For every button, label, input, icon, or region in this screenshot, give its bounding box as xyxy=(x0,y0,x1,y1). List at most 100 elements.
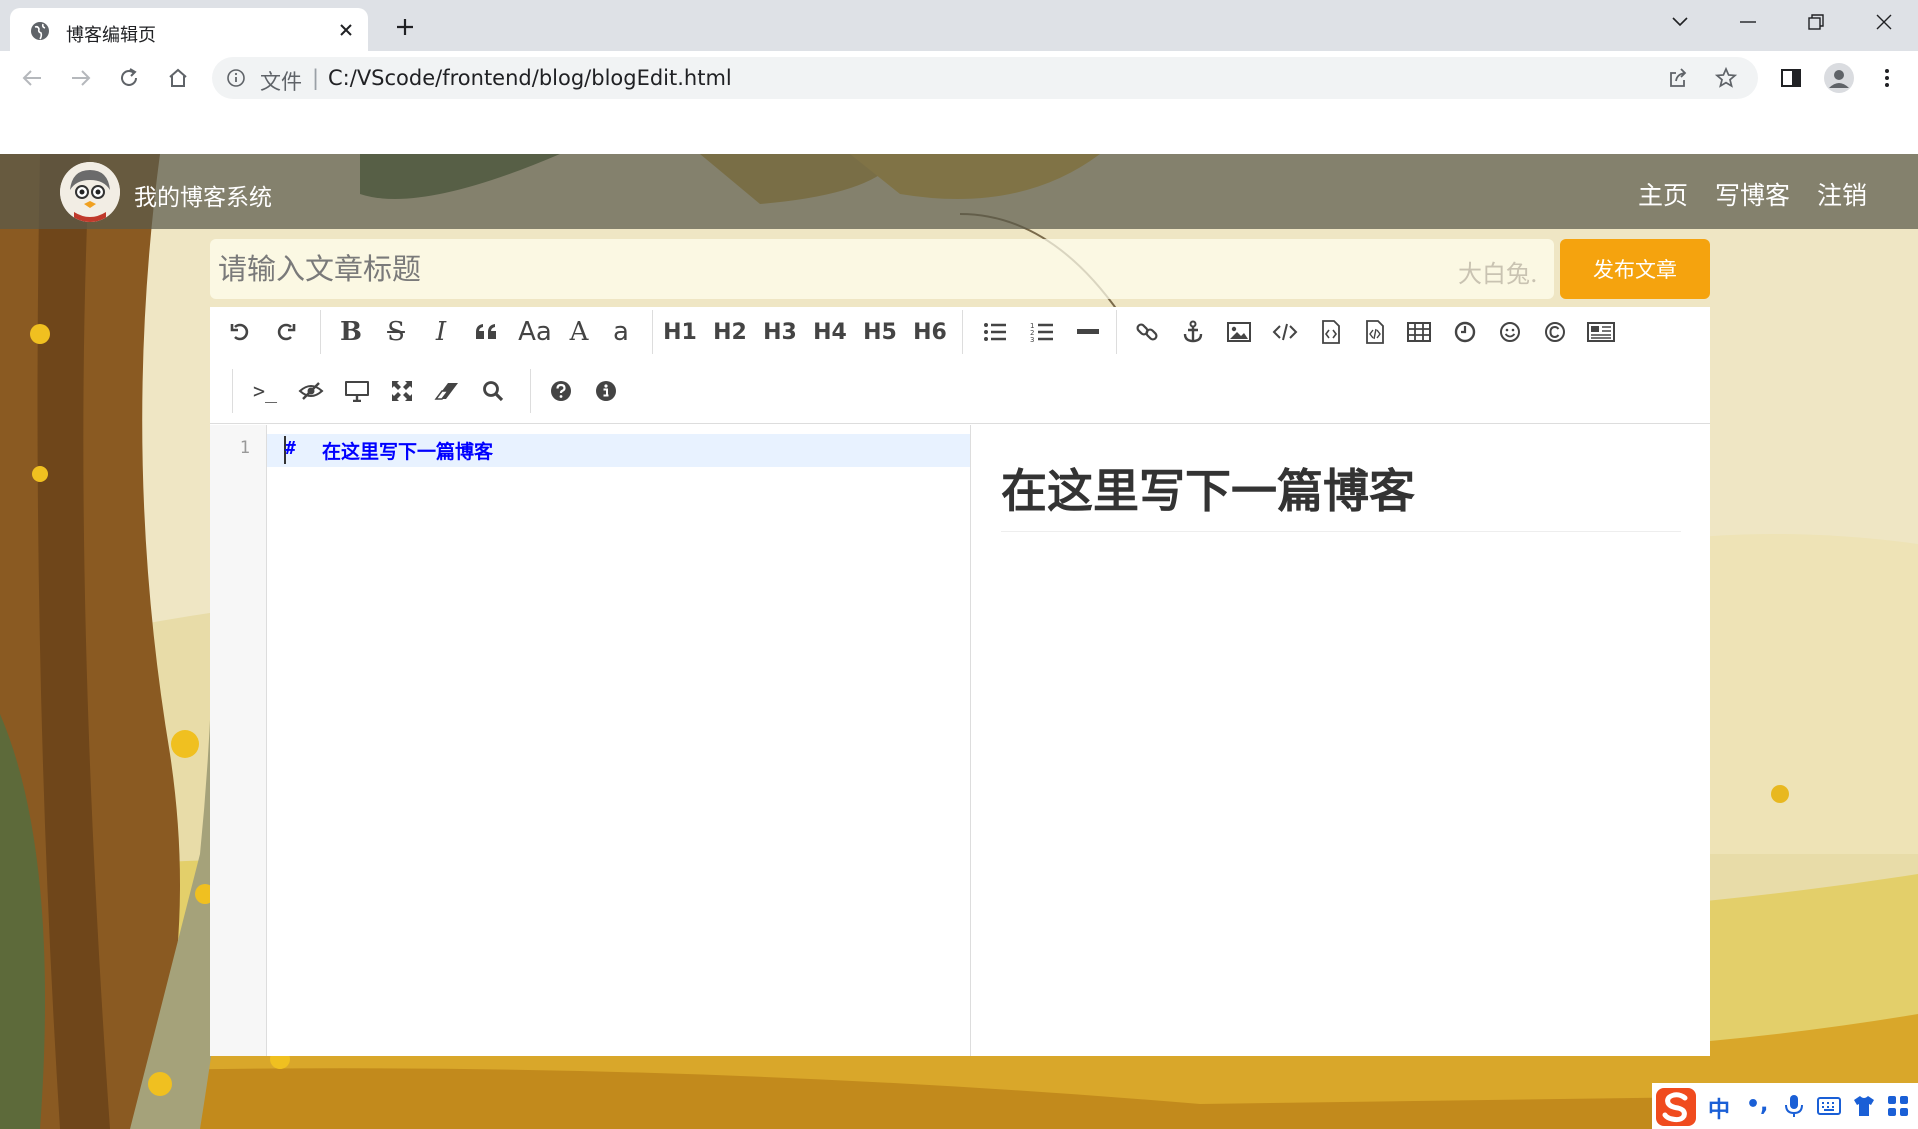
lowercase-label: a xyxy=(613,317,629,347)
reload-icon xyxy=(121,68,137,86)
address-bar[interactable]: 文件 | C:/VScode/frontend/blog/blogEdit.ht… xyxy=(212,57,1758,99)
sogou-logo-icon[interactable] xyxy=(1656,1088,1696,1126)
close-tab-icon[interactable] xyxy=(335,19,357,41)
profile-button[interactable] xyxy=(1822,61,1856,95)
image-icon[interactable] xyxy=(1222,315,1256,349)
undo-icon[interactable] xyxy=(224,315,258,349)
editor-toolbar: B S I Aa A a H1 H2 H3 H4 H5 H6 123 >_ xyxy=(210,307,1710,424)
minimize-icon xyxy=(1740,21,1756,23)
toolbox-grid-icon[interactable] xyxy=(1886,1094,1910,1118)
keyboard-icon[interactable] xyxy=(1817,1094,1841,1118)
eye-slash-icon[interactable] xyxy=(294,374,328,408)
avatar-icon xyxy=(60,162,120,222)
h6-label: H6 xyxy=(913,319,947,345)
site-title: 我的博客系统 xyxy=(134,185,272,211)
site-logo[interactable] xyxy=(60,162,120,222)
code-block-icon[interactable] xyxy=(1358,315,1392,349)
page-viewport: 我的博客系统 主页 写博客 注销 大白兔. 发布文章 B S I Aa A xyxy=(0,154,1918,1129)
browser-tab[interactable]: 博客编辑页 xyxy=(10,8,368,51)
home-button[interactable] xyxy=(163,63,193,93)
line-number: 1 xyxy=(239,438,250,458)
italic-icon[interactable]: I xyxy=(424,315,458,349)
uppercase-first-label: Aa xyxy=(518,317,552,347)
address-scheme: 文件 xyxy=(260,70,302,94)
ime-punctuation-label[interactable]: •, xyxy=(1746,1092,1768,1117)
fullscreen-icon[interactable] xyxy=(385,374,419,408)
side-panel-button[interactable] xyxy=(1776,63,1806,93)
quote-icon[interactable] xyxy=(469,315,503,349)
uppercase-button[interactable]: A xyxy=(562,315,596,349)
browser-menu-button[interactable] xyxy=(1872,63,1902,93)
eraser-icon[interactable] xyxy=(430,374,464,408)
info-icon[interactable] xyxy=(226,68,246,88)
nav-link-home[interactable]: 主页 xyxy=(1638,176,1688,212)
skin-shirt-icon[interactable] xyxy=(1852,1094,1876,1118)
back-button[interactable] xyxy=(17,63,47,93)
share-icon[interactable] xyxy=(1666,66,1690,90)
emoji-icon[interactable] xyxy=(1493,315,1527,349)
publish-button[interactable]: 发布文章 xyxy=(1560,239,1710,299)
side-panel-icon xyxy=(1781,69,1801,87)
nav-link-logout[interactable]: 注销 xyxy=(1817,176,1867,212)
datetime-icon[interactable] xyxy=(1448,315,1482,349)
reload-button[interactable] xyxy=(114,63,144,93)
ime-mode-label[interactable]: 中 xyxy=(1708,1092,1730,1124)
kebab-menu-icon xyxy=(1885,69,1889,87)
h5-button[interactable]: H5 xyxy=(858,315,902,349)
forward-button[interactable] xyxy=(66,63,96,93)
unordered-list-icon[interactable] xyxy=(978,315,1012,349)
chevron-down-icon xyxy=(1672,17,1688,27)
search-icon[interactable] xyxy=(476,374,510,408)
first-letter-uppercase-button[interactable]: Aa xyxy=(514,315,556,349)
terminal-label: >_ xyxy=(252,379,278,403)
globe-icon xyxy=(31,22,49,40)
new-tab-button[interactable] xyxy=(390,12,420,42)
h4-button[interactable]: H4 xyxy=(808,315,852,349)
anchor-icon[interactable] xyxy=(1176,315,1210,349)
uppercase-label: A xyxy=(569,317,589,347)
markdown-editor: B S I Aa A a H1 H2 H3 H4 H5 H6 123 >_ 1 … xyxy=(210,307,1710,1056)
microphone-icon[interactable] xyxy=(1782,1094,1806,1118)
browser-tab-strip: 博客编辑页 xyxy=(0,0,1918,51)
h3-button[interactable]: H3 xyxy=(758,315,802,349)
link-icon[interactable] xyxy=(1130,315,1164,349)
site-navbar: 我的博客系统 主页 写博客 注销 xyxy=(0,154,1918,229)
close-window-button[interactable] xyxy=(1864,8,1904,36)
terminal-button[interactable]: >_ xyxy=(248,374,282,408)
close-icon xyxy=(1876,14,1892,30)
article-title-input[interactable] xyxy=(210,239,1554,299)
h3-label: H3 xyxy=(763,319,797,345)
code-icon[interactable] xyxy=(1268,315,1302,349)
browser-toolbar: 文件 | C:/VScode/frontend/blog/blogEdit.ht… xyxy=(0,51,1918,105)
help-icon[interactable] xyxy=(544,374,578,408)
desktop-icon[interactable] xyxy=(340,374,374,408)
nav-link-write-blog[interactable]: 写博客 xyxy=(1715,176,1790,212)
star-icon[interactable] xyxy=(1714,66,1738,90)
html-entities-icon[interactable] xyxy=(1538,315,1572,349)
h2-button[interactable]: H2 xyxy=(708,315,752,349)
horizontal-rule-icon[interactable] xyxy=(1071,315,1105,349)
strikethrough-icon[interactable]: S xyxy=(379,315,413,349)
lowercase-button[interactable]: a xyxy=(604,315,638,349)
h1-button[interactable]: H1 xyxy=(658,315,702,349)
pagebreak-icon[interactable] xyxy=(1584,315,1618,349)
toolbar-divider xyxy=(530,369,531,413)
minimize-button[interactable] xyxy=(1728,8,1768,36)
profile-icon xyxy=(1824,63,1854,93)
preview-heading: 在这里写下一篇博客 xyxy=(1001,455,1681,532)
restore-icon xyxy=(1808,14,1824,30)
info-circle-icon[interactable] xyxy=(589,374,623,408)
restore-button[interactable] xyxy=(1796,8,1836,36)
ordered-list-icon[interactable]: 123 xyxy=(1025,315,1059,349)
bold-icon[interactable]: B xyxy=(334,315,368,349)
title-bar: 大白兔. 发布文章 xyxy=(210,239,1710,299)
h6-button[interactable]: H6 xyxy=(908,315,952,349)
preformatted-text-icon[interactable] xyxy=(1314,315,1348,349)
markdown-source-pane[interactable]: # 在这里写下一篇博客 xyxy=(267,425,970,1056)
heading-marker: # xyxy=(285,438,296,459)
table-icon[interactable] xyxy=(1402,315,1436,349)
arrow-right-icon xyxy=(72,70,91,86)
address-url[interactable]: C:/VScode/frontend/blog/blogEdit.html xyxy=(328,66,732,90)
redo-icon[interactable] xyxy=(268,315,302,349)
tab-search-button[interactable] xyxy=(1660,8,1700,36)
